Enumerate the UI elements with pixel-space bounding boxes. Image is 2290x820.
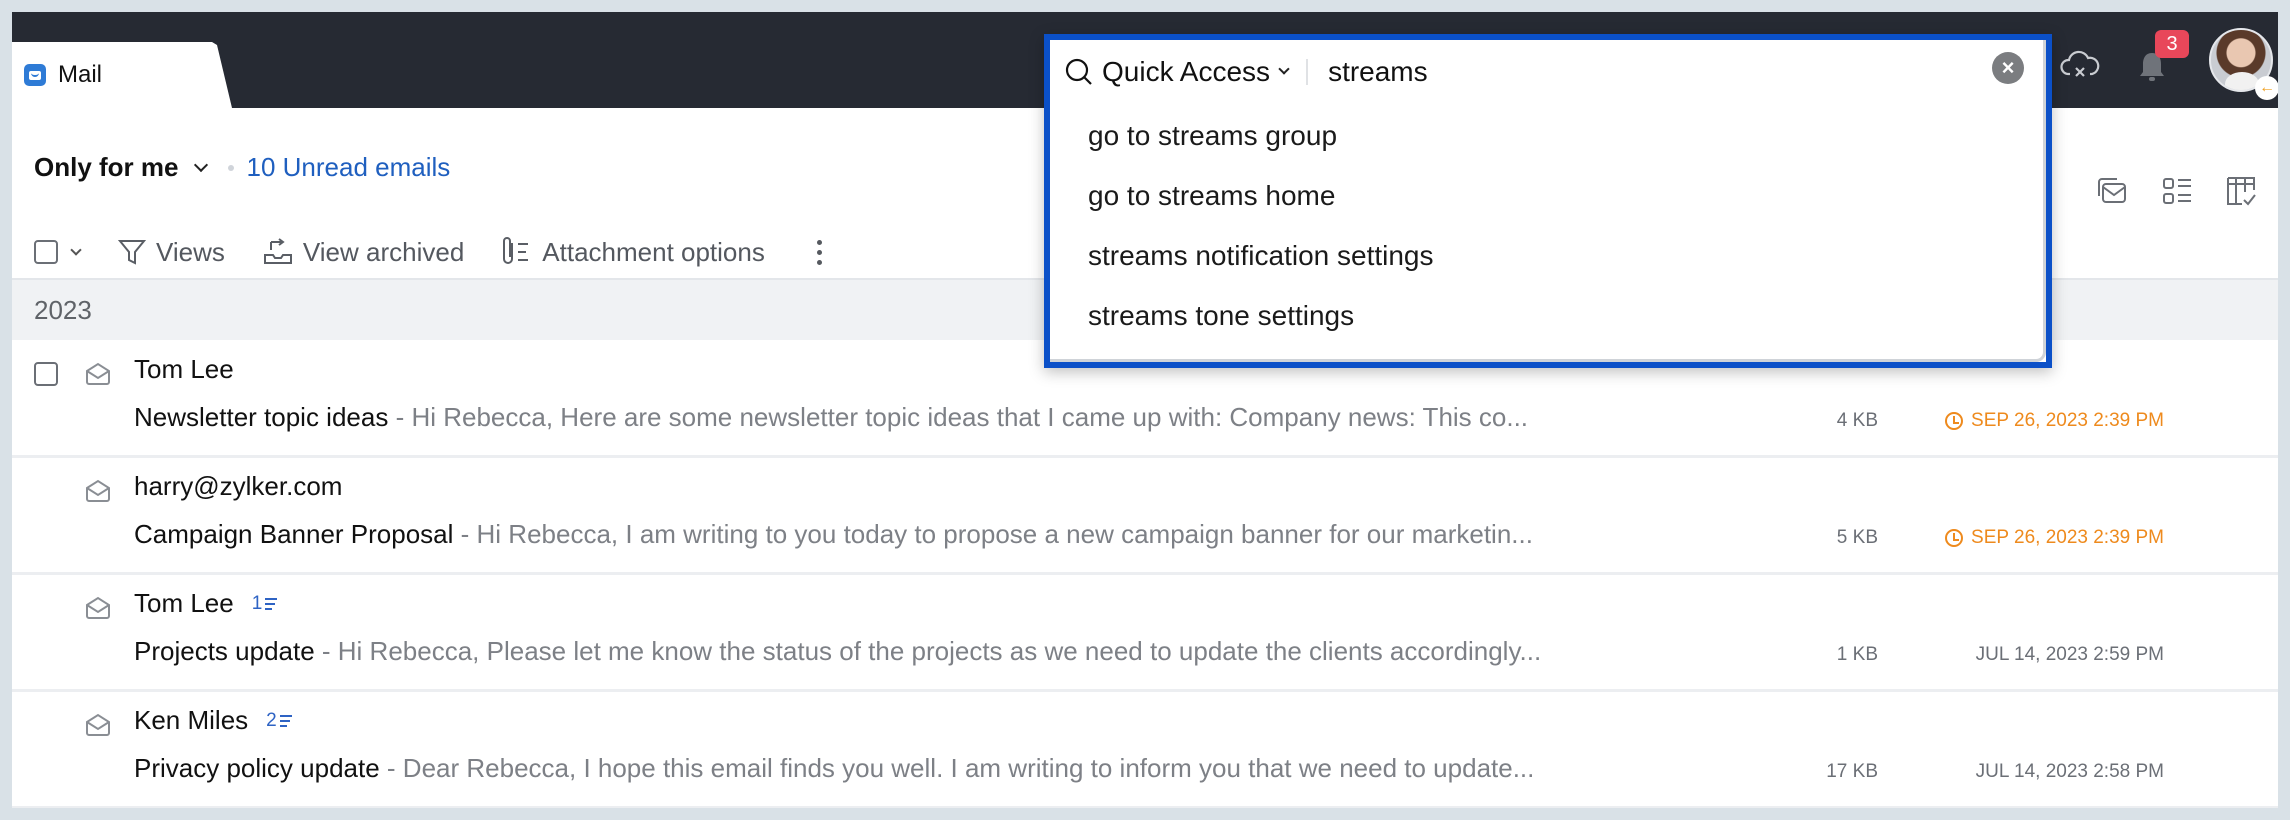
chevron-down-icon xyxy=(1278,63,1290,75)
reminder-clock-icon xyxy=(1945,529,1964,547)
email-snippet: Hi Rebecca, I am writing to you today to… xyxy=(476,519,1533,549)
more-options-icon[interactable] xyxy=(816,239,822,265)
quick-access-scope-label: Quick Access xyxy=(1102,56,1271,87)
search-icon xyxy=(1065,58,1092,85)
thread-count-badge[interactable]: 2 xyxy=(266,710,292,732)
view-archived-label: View archived xyxy=(302,236,465,267)
email-date: SEP 26, 2023 2:39 PM xyxy=(1945,410,2164,432)
sender-label: Ken Miles xyxy=(134,705,249,735)
email-date: JUL 14, 2023 2:59 PM xyxy=(1976,644,2164,666)
chevron-down-icon xyxy=(194,157,209,172)
subject-line: Campaign Banner Proposal - Hi Rebecca, I… xyxy=(134,519,1704,550)
quick-access-search-bar: Quick Access xyxy=(1064,52,2024,92)
only-for-me-label: Only for me xyxy=(34,152,179,182)
attachment-options-button[interactable]: Attachment options xyxy=(502,237,765,268)
quick-access-search-popup: Quick Access × go to streams groupgo to … xyxy=(1044,34,2052,368)
filter-funnel-icon xyxy=(118,240,146,265)
subject-separator: - xyxy=(314,636,338,666)
quick-access-suggestions: go to streams group go to streams home str… xyxy=(1050,106,2046,346)
sender-name: Ken Miles 2 xyxy=(134,705,292,736)
mail-filter-row: Only for me 10 Unread emails xyxy=(34,152,450,183)
quick-access-suggestion[interactable]: streams notification settings xyxy=(1050,226,2046,286)
status-away-icon: ← xyxy=(2255,76,2278,100)
email-snippet: Hi Rebecca, Here are some newsletter top… xyxy=(411,402,1529,432)
quick-access-suggestion[interactable]: go to streams group xyxy=(1050,106,2046,166)
paperclip-list-icon xyxy=(503,237,529,264)
email-date: SEP 26, 2023 2:39 PM xyxy=(1945,527,2164,549)
email-date-label: JUL 14, 2023 2:59 PM xyxy=(1975,644,2164,665)
email-size: 1 KB xyxy=(1836,644,1878,665)
mail-app-icon xyxy=(24,64,46,86)
subject-separator: - xyxy=(453,519,477,549)
quick-access-suggestion[interactable]: go to streams home xyxy=(1050,166,2046,226)
sender-label: harry@zylker.com xyxy=(134,471,343,501)
subject-line: Newsletter topic ideas - Hi Rebecca, Her… xyxy=(134,402,1704,433)
subject-line: Projects update - Hi Rebecca, Please let… xyxy=(134,636,1704,667)
email-size: 5 KB xyxy=(1836,527,1878,548)
cloud-sync-error-icon[interactable] xyxy=(2060,50,2100,80)
unread-emails-link[interactable]: 10 Unread emails xyxy=(246,152,450,183)
email-date-label: SEP 26, 2023 2:39 PM xyxy=(1971,527,2164,548)
clear-search-icon[interactable]: × xyxy=(1992,52,2024,84)
thread-lines-icon xyxy=(265,597,278,610)
sender-label: Tom Lee xyxy=(134,588,234,618)
quick-access-scope-dropdown[interactable]: Quick Access xyxy=(1102,56,1290,88)
group-label: 2023 xyxy=(34,294,92,325)
quick-access-suggestion[interactable]: streams tone settings xyxy=(1050,286,2046,346)
thread-count: 1 xyxy=(251,592,263,614)
views-button[interactable]: Views xyxy=(118,237,225,268)
mail-toolbar: Views View archived Attachment options xyxy=(34,232,822,272)
separator-dot xyxy=(228,164,235,171)
select-all-checkbox[interactable] xyxy=(34,240,58,264)
email-snippet: Dear Rebecca, I hope this email finds yo… xyxy=(402,753,1535,783)
sender-name: Tom Lee xyxy=(134,354,234,385)
email-subject: Privacy policy update xyxy=(134,753,380,783)
sender-name: harry@zylker.com xyxy=(134,471,342,502)
select-options-chevron-icon[interactable] xyxy=(70,244,82,256)
email-date-label: SEP 26, 2023 2:39 PM xyxy=(1971,410,2164,431)
thread-count: 2 xyxy=(266,709,277,731)
only-for-me-dropdown[interactable]: Only for me xyxy=(34,152,209,183)
mail-app-window: Mail 3 ← Only for me 10 Unread emails Vi… xyxy=(12,12,2278,808)
email-date-label: JUL 14, 2023 2:58 PM xyxy=(1975,761,2164,782)
mail-list-row[interactable]: Tom Lee 1 Projects update - Hi Rebecca, … xyxy=(12,574,2278,692)
notifications-badge: 3 xyxy=(2155,30,2189,58)
reminder-clock-icon xyxy=(1945,412,1964,430)
subject-line: Privacy policy update - Dear Rebecca, I … xyxy=(134,753,1704,784)
subject-separator: - xyxy=(388,402,412,432)
read-envelope-icon[interactable] xyxy=(84,479,112,503)
archive-tray-icon xyxy=(263,238,292,264)
mail-list-row[interactable]: harry@zylker.com Campaign Banner Proposa… xyxy=(12,457,2278,575)
email-date: JUL 14, 2023 2:58 PM xyxy=(1976,761,2164,783)
mail-list-row[interactable]: Ken Miles 2 Privacy policy update - Dear… xyxy=(12,691,2278,808)
views-label: Views xyxy=(156,236,225,267)
row-select-checkbox[interactable] xyxy=(34,362,58,386)
email-size: 4 KB xyxy=(1836,410,1878,431)
tab-mail[interactable]: Mail xyxy=(12,42,232,108)
tab-mail-label: Mail xyxy=(58,61,103,88)
sender-label: Tom Lee xyxy=(134,354,234,384)
subject-separator: - xyxy=(379,753,403,783)
email-subject: Campaign Banner Proposal xyxy=(134,519,454,549)
read-envelope-icon[interactable] xyxy=(84,713,112,737)
column-settings-icon[interactable] xyxy=(2224,174,2258,208)
conversation-view-icon[interactable] xyxy=(2095,174,2129,208)
sender-name: Tom Lee 1 xyxy=(134,588,278,619)
list-view-icon[interactable] xyxy=(2160,174,2194,208)
thread-count-badge[interactable]: 1 xyxy=(252,593,278,615)
quick-access-search-input[interactable] xyxy=(1328,56,1969,88)
email-size: 17 KB xyxy=(1826,761,1878,782)
email-subject: Projects update xyxy=(134,636,315,666)
email-snippet: Hi Rebecca, Please let me know the statu… xyxy=(337,636,1542,666)
read-envelope-icon[interactable] xyxy=(84,596,112,620)
thread-lines-icon xyxy=(279,714,292,727)
view-archived-button[interactable]: View archived xyxy=(263,237,464,268)
email-subject: Newsletter topic ideas xyxy=(134,402,389,432)
read-envelope-icon[interactable] xyxy=(84,362,112,386)
attachment-options-label: Attachment options xyxy=(542,236,765,267)
search-divider xyxy=(1306,59,1309,85)
